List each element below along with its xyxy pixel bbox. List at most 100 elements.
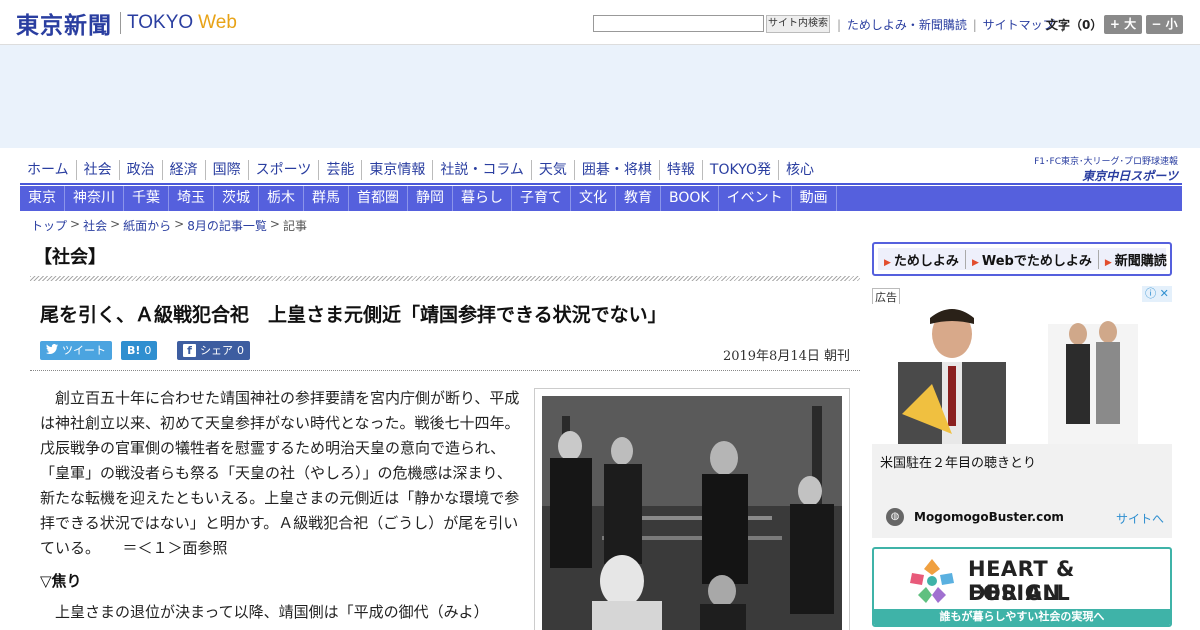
tweet-label: ツイート xyxy=(62,344,106,357)
ad-title[interactable]: 米国駐在２年目の聴きとり xyxy=(880,452,1036,471)
article-subhead: ▽焦り xyxy=(40,572,82,590)
breadcrumb-sep: > xyxy=(110,217,121,231)
logo-jp: 東京新聞 xyxy=(16,12,112,39)
nav-economy[interactable]: 経済 xyxy=(161,160,205,180)
link-divider: | xyxy=(837,18,842,32)
nav2-tochigi[interactable]: 栃木 xyxy=(259,186,304,211)
site-header: 東京新聞 TOKYO Web サイト内検索 | ためしよみ・新聞購読 | サイト… xyxy=(0,0,1200,45)
nav2-video[interactable]: 動画 xyxy=(792,186,837,211)
article-date: 2019年8月14日 朝刊 xyxy=(722,349,850,364)
promo-web-trial[interactable]: ▶ Webでためしよみ xyxy=(966,249,1099,269)
article-paragraph-2: 上皇さまの退位が決まって以降、靖国側は「平成の御代（みよ） xyxy=(55,603,489,621)
nav-home[interactable]: ホーム xyxy=(20,160,76,180)
nav2-gunma[interactable]: 群馬 xyxy=(304,186,349,211)
nav-international[interactable]: 国際 xyxy=(204,160,248,180)
article-lead: 創立百五十年に合わせた靖国神社の参拝要請を宮内庁側が断り、平成は神社創立以来、初… xyxy=(40,386,522,561)
nav2-chiba[interactable]: 千葉 xyxy=(124,186,169,211)
facebook-share-count: 0 xyxy=(237,344,244,357)
promo-subscribe[interactable]: ▶ 新聞購読 xyxy=(1099,250,1173,269)
breadcrumb-current: 記事 xyxy=(282,219,307,233)
globe-icon: ◍ xyxy=(886,508,904,526)
nav-tokyo-hatsu[interactable]: TOKYO発 xyxy=(701,160,778,180)
nav2-culture[interactable]: 文化 xyxy=(571,186,616,211)
nav-weather[interactable]: 天気 xyxy=(530,160,574,180)
nav2-education[interactable]: 教育 xyxy=(616,186,661,211)
facebook-share-button[interactable]: f シェア 0 xyxy=(177,341,250,360)
breadcrumb-society[interactable]: 社会 xyxy=(83,217,107,234)
sidebar-ad[interactable]: 米国駐在２年目の聴きとり ◍ MogomogoBuster.com サイトへ xyxy=(872,304,1172,538)
article-photo[interactable] xyxy=(542,396,842,630)
ad-info-icon[interactable]: ⓘ ✕ xyxy=(1142,286,1172,302)
hatena-count: 0 xyxy=(144,344,152,357)
breadcrumb-paper[interactable]: 紙面から xyxy=(123,217,171,234)
section-title: 【社会】 xyxy=(34,247,106,268)
chunichi-subtitle: F1･FC東京･大リーグ･プロ野球速報 xyxy=(1034,157,1178,167)
arrow-right-icon: ▶ xyxy=(1104,257,1112,268)
secondary-nav: 東京 神奈川 千葉 埼玉 茨城 栃木 群馬 首都圏 静岡 暮らし 子育て 文化 … xyxy=(20,186,1182,211)
ad-source: MogomogoBuster.com xyxy=(914,510,1064,524)
hatena-bookmark-button[interactable]: B! 0 xyxy=(121,341,158,360)
arrow-right-icon: ▶ xyxy=(884,257,891,268)
search-button[interactable]: サイト内検索 xyxy=(766,15,830,33)
nav2-event[interactable]: イベント xyxy=(719,186,792,211)
article-divider xyxy=(30,370,860,371)
nav-editorial[interactable]: 社説・コラム xyxy=(432,160,531,180)
nav-core[interactable]: 核心 xyxy=(777,160,821,180)
nav2-shizuoka[interactable]: 静岡 xyxy=(408,186,453,211)
tweet-button[interactable]: ツイート xyxy=(40,341,112,360)
logo-tokyo: TOKYO xyxy=(127,12,194,33)
primary-nav: ホーム 社会 政治 経済 国際 スポーツ 芸能 東京情報 社説・コラム 天気 囲… xyxy=(20,160,821,180)
hatena-icon: B! xyxy=(127,344,141,357)
search-input[interactable] xyxy=(593,15,764,32)
article-photo-frame xyxy=(534,388,850,630)
font-bigger-button[interactable]: + 大 xyxy=(1104,15,1142,34)
nav2-saitama[interactable]: 埼玉 xyxy=(169,186,214,211)
breadcrumb-sep: > xyxy=(269,217,280,231)
nav-politics[interactable]: 政治 xyxy=(118,160,162,180)
nav2-kanagawa[interactable]: 神奈川 xyxy=(65,186,124,211)
font-smaller-button[interactable]: − 小 xyxy=(1146,15,1183,34)
nav-special[interactable]: 特報 xyxy=(658,160,702,180)
section-divider xyxy=(30,276,860,281)
nav2-book[interactable]: BOOK xyxy=(661,186,719,211)
nav2-shutoken[interactable]: 首都圏 xyxy=(349,186,408,211)
ad-site-link[interactable]: サイトへ xyxy=(1116,510,1164,527)
promo-web-trial-label: Webでためしよみ xyxy=(981,253,1092,269)
promo-trial[interactable]: ▶ ためしよみ xyxy=(878,249,966,269)
facebook-icon: f xyxy=(183,344,196,357)
nav2-tokyo[interactable]: 東京 xyxy=(20,186,65,211)
facebook-share-label: シェア xyxy=(200,344,233,357)
header-link-sitemap[interactable]: サイトマップ xyxy=(983,18,1055,32)
chunichi-sports-link[interactable]: F1･FC東京･大リーグ･プロ野球速報 東京中日スポーツ xyxy=(1034,154,1178,184)
heart-design-banner[interactable]: HEART & DESIGN FOR ALL 誰もが暮らしやすい社会の実現へ xyxy=(872,547,1172,627)
heart-design-logo-icon xyxy=(910,559,954,603)
banner-tagline: 誰もが暮らしやすい社会の実現へ xyxy=(874,609,1170,625)
ad-image xyxy=(872,304,1172,444)
nav-divider xyxy=(20,183,1182,185)
header-links: | ためしよみ・新聞購読 | サイトマップ | xyxy=(835,16,1066,33)
nav-tokyo-info[interactable]: 東京情報 xyxy=(361,160,432,180)
logo-web: Web xyxy=(198,12,237,33)
logo-divider xyxy=(120,12,121,34)
twitter-icon xyxy=(46,341,58,360)
nav2-ibaraki[interactable]: 茨城 xyxy=(214,186,259,211)
breadcrumb-sep: > xyxy=(70,217,81,231)
breadcrumb: トップ > 社会 > 紙面から > 8月の記事一覧 > 記事 xyxy=(31,217,307,234)
nav-entertainment[interactable]: 芸能 xyxy=(318,160,361,180)
nav2-parenting[interactable]: 子育て xyxy=(512,186,571,211)
nav-sports[interactable]: スポーツ xyxy=(247,160,319,180)
breadcrumb-top[interactable]: トップ xyxy=(31,217,67,234)
link-divider: | xyxy=(972,18,977,32)
top-ad-area xyxy=(0,45,1200,148)
nav2-living[interactable]: 暮らし xyxy=(453,186,512,211)
font-size-label: 文字（0） xyxy=(1046,18,1103,32)
chunichi-title: 東京中日スポーツ xyxy=(1082,169,1178,183)
nav-society[interactable]: 社会 xyxy=(75,160,119,180)
nav-go-shogi[interactable]: 囲碁・将棋 xyxy=(573,160,659,180)
lead-paragraph: 創立百五十年に合わせた靖国神社の参拝要請を宮内庁側が断り、平成は神社創立以来、初… xyxy=(40,389,520,557)
site-logo[interactable]: 東京新聞 TOKYO Web xyxy=(16,8,237,39)
breadcrumb-august[interactable]: 8月の記事一覧 xyxy=(187,217,267,234)
article-headline: 尾を引く、Ａ級戦犯合祀 上皇さま元側近「靖国参拝できる状況でない」 xyxy=(40,304,667,326)
arrow-right-icon: ▶ xyxy=(971,257,979,268)
header-link-subscribe[interactable]: ためしよみ・新聞購読 xyxy=(847,18,967,32)
